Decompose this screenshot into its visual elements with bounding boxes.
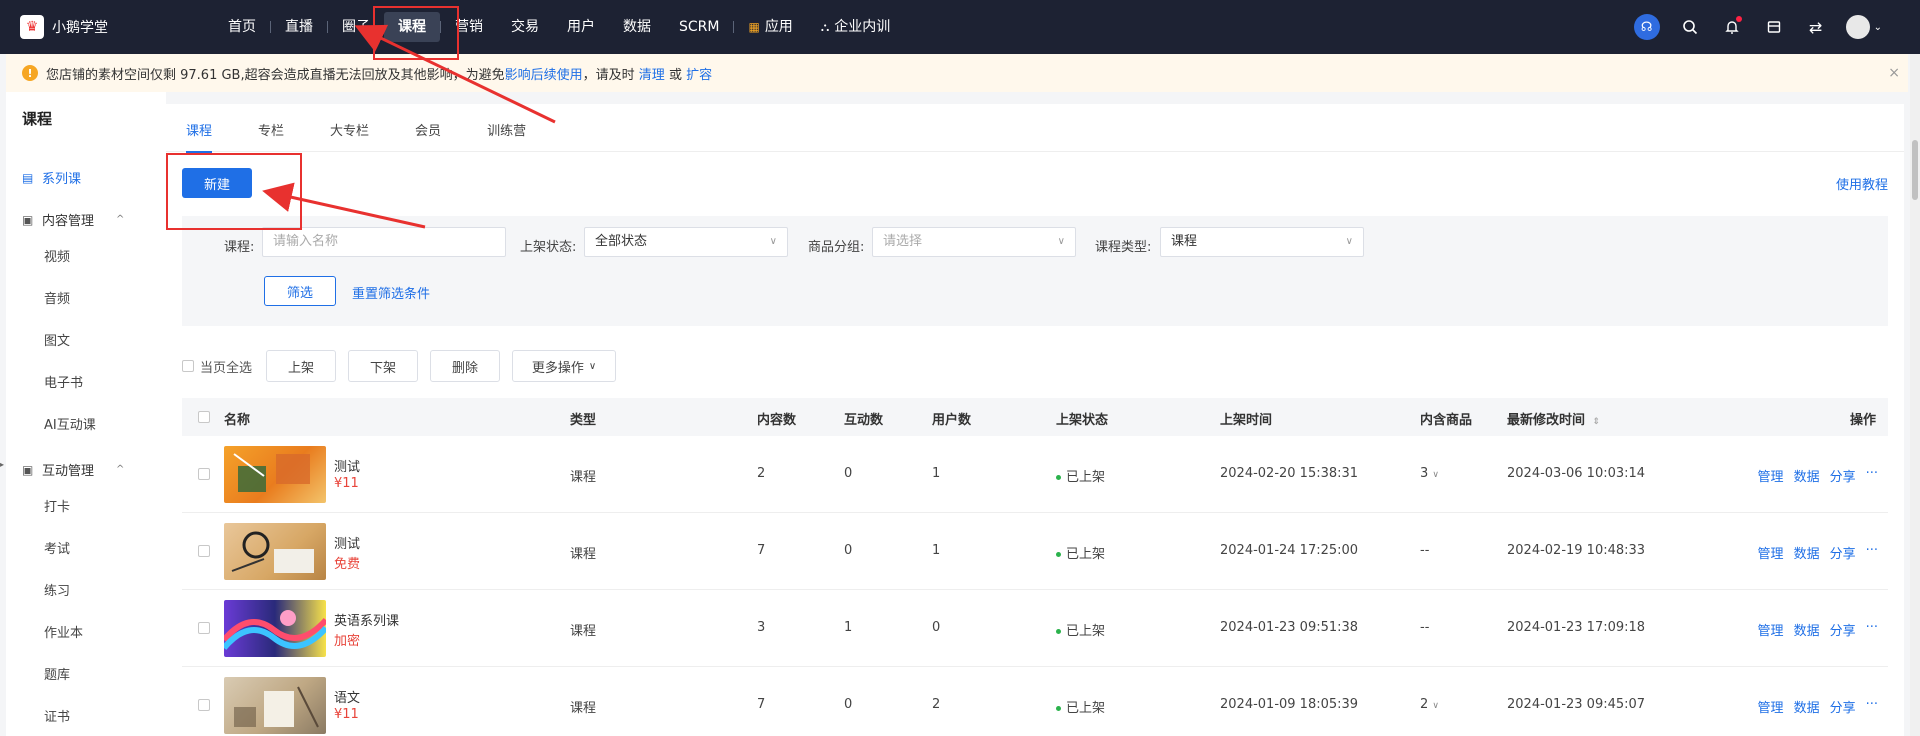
annotation-arrows-icon <box>262 24 556 229</box>
